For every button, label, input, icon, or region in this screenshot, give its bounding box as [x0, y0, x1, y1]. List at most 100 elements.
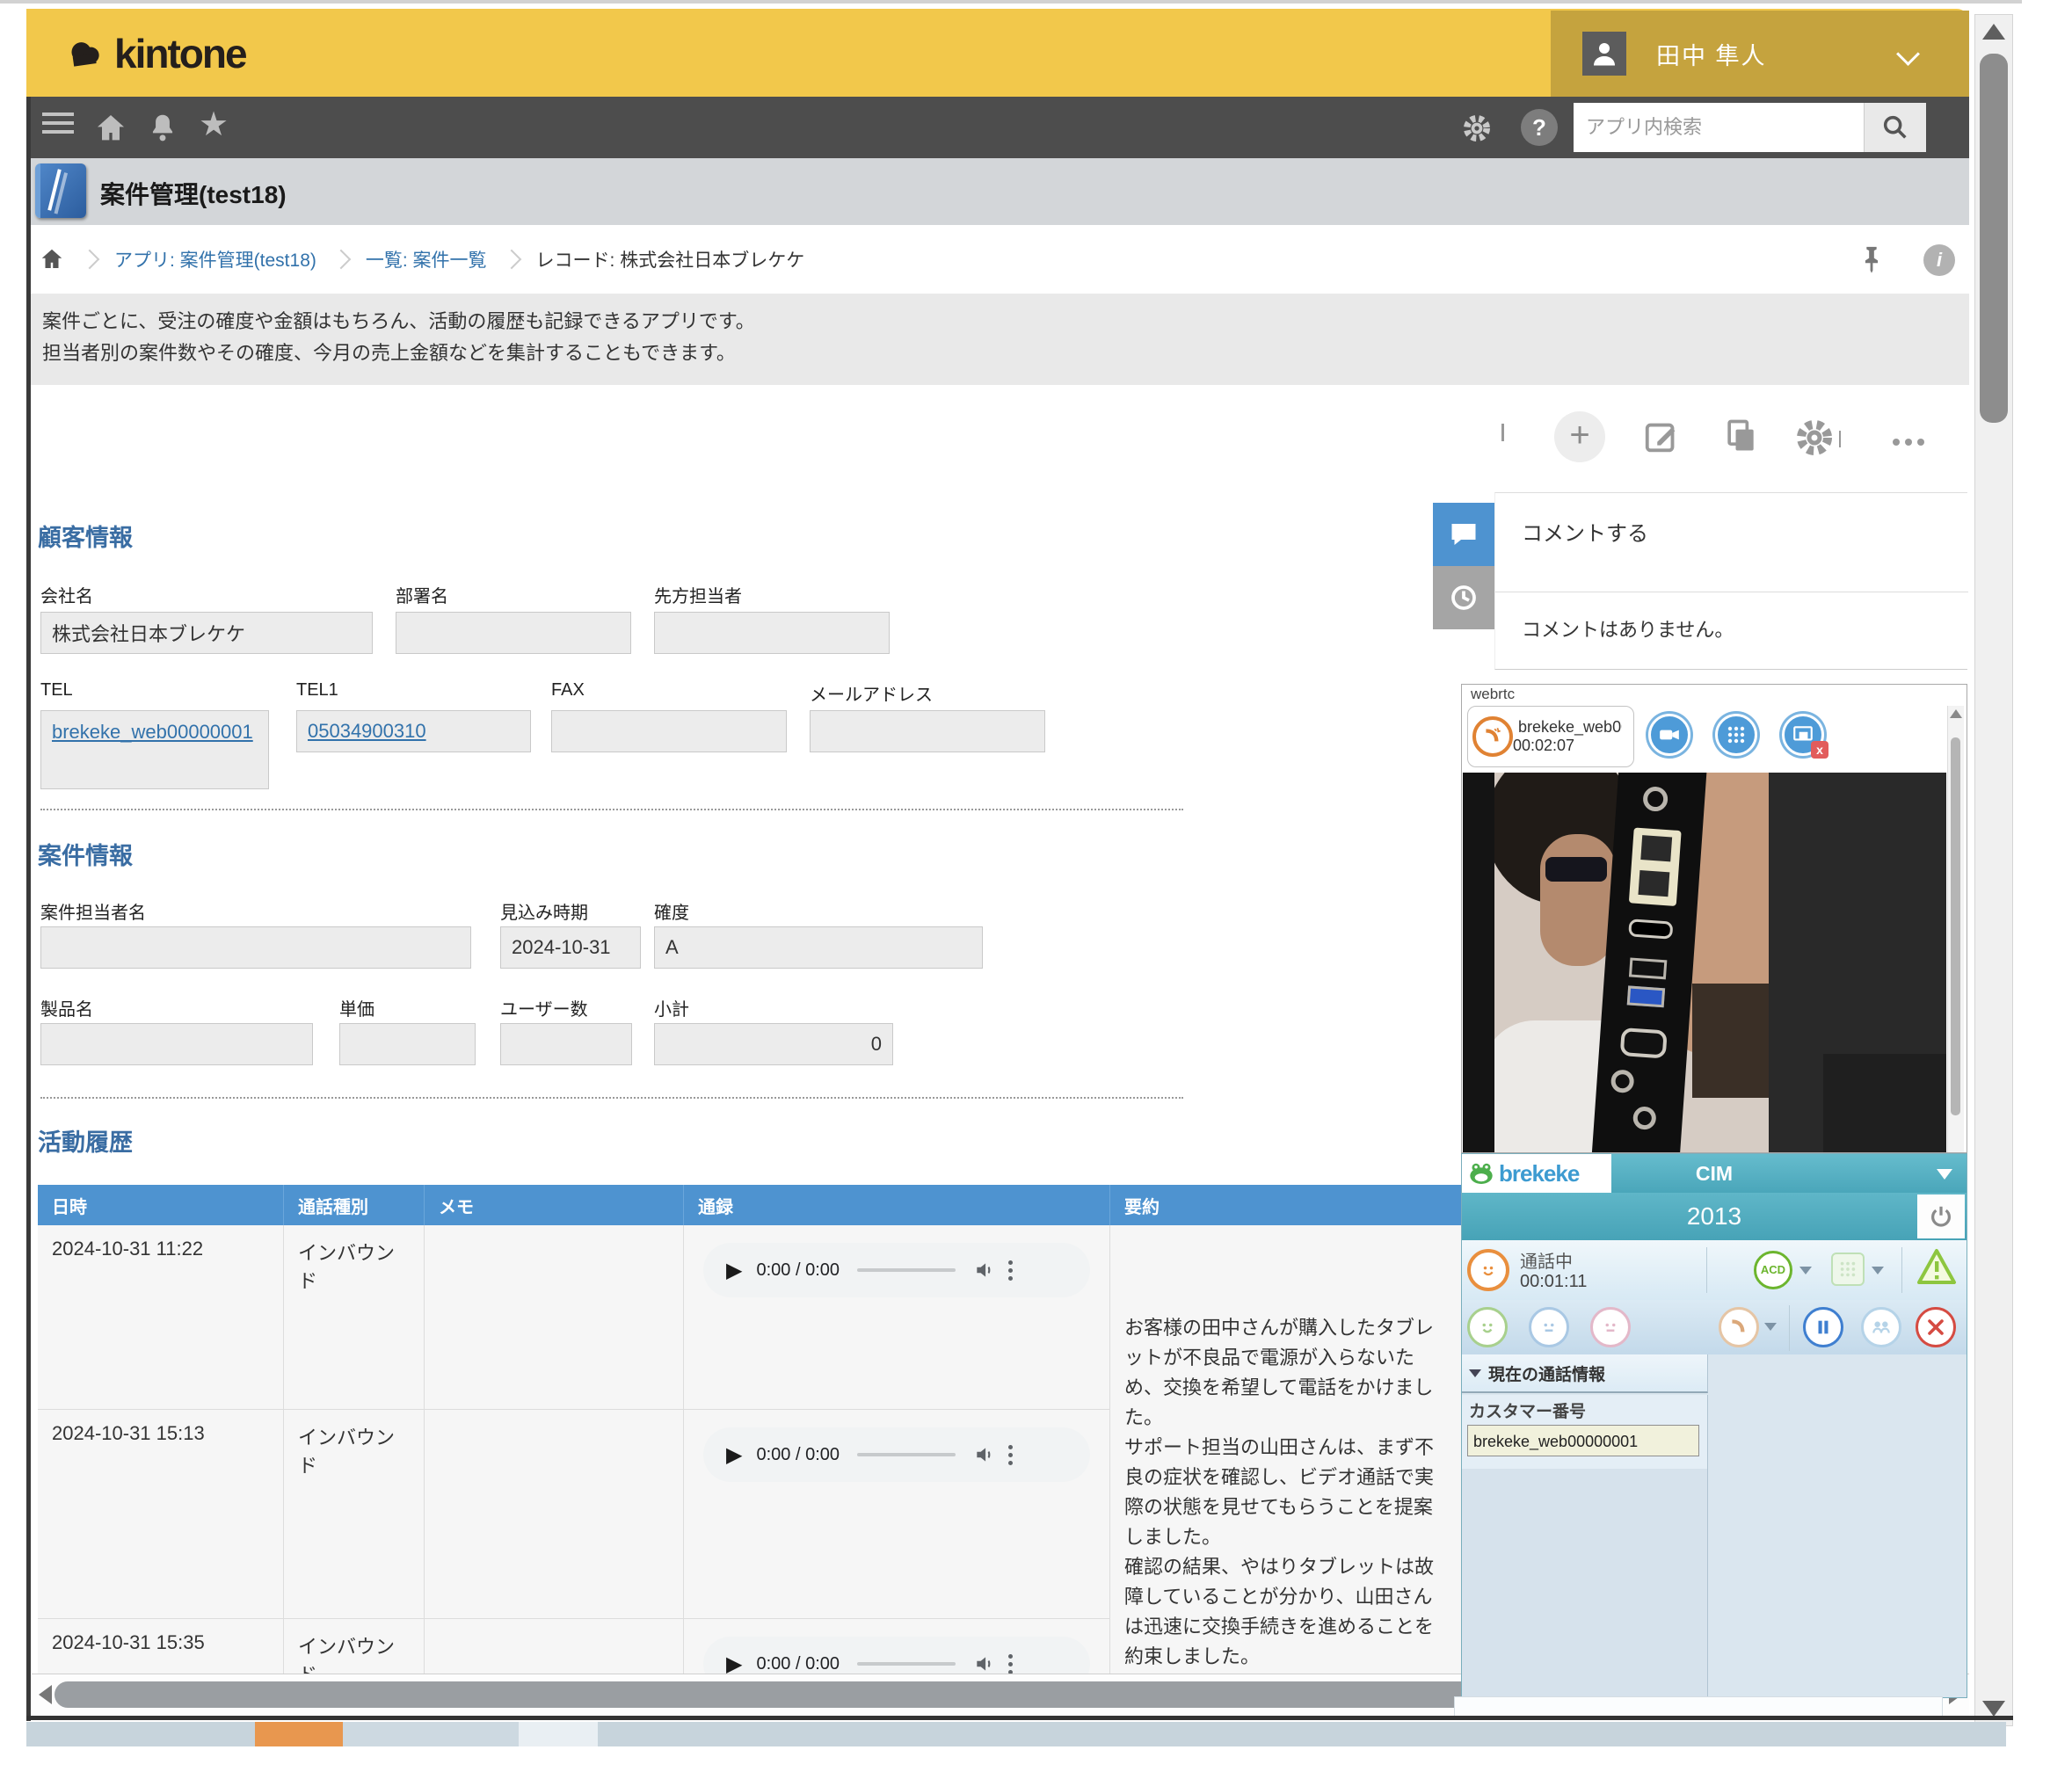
breadcrumb-separator-icon	[331, 250, 352, 270]
taskbar-strip	[26, 1722, 2006, 1746]
scroll-up-icon[interactable]	[1982, 24, 2005, 40]
comment-bubble-icon	[1448, 519, 1479, 550]
video-dark-area	[1769, 773, 1946, 1152]
add-record-button[interactable]: +	[1554, 411, 1605, 462]
grid-caret-icon[interactable]	[1872, 1267, 1884, 1274]
tel1-label: TEL1	[296, 680, 338, 701]
dialpad-button[interactable]	[1715, 714, 1757, 756]
record-toolbar: +	[26, 385, 1969, 489]
history-clock-icon	[1448, 582, 1479, 614]
player-menu-icon[interactable]	[1008, 1445, 1013, 1465]
edit-record-button[interactable]	[1642, 417, 1683, 457]
probability-label: 確度	[654, 898, 689, 924]
remote-video	[1463, 773, 1946, 1152]
screen-share-stop-button[interactable]: x	[1782, 714, 1824, 756]
col-header-summary: 要約	[1110, 1185, 1462, 1225]
settings-gear-icon[interactable]	[1461, 113, 1493, 144]
collapse-chevron-icon[interactable]	[1501, 424, 1504, 439]
history-tab[interactable]	[1433, 566, 1494, 629]
seek-bar[interactable]	[857, 1662, 956, 1666]
device-lan-ports	[1629, 827, 1682, 906]
kintone-logo[interactable]: kintone	[63, 30, 246, 77]
scroll-up-icon[interactable]	[1950, 709, 1962, 718]
company-label: 会社名	[40, 582, 93, 607]
taskbar-orange-segment	[255, 1722, 343, 1746]
favorites-star-icon[interactable]: ★	[199, 107, 229, 142]
seek-bar[interactable]	[857, 1268, 956, 1272]
acd-caret-icon[interactable]	[1799, 1267, 1812, 1274]
app-title-bar: 案件管理(test18)	[26, 158, 1969, 225]
scroll-left-icon[interactable]	[39, 1685, 52, 1704]
webrtc-scrollbar[interactable]	[1947, 706, 1964, 1152]
video-photo-area	[1494, 773, 1769, 1152]
volume-icon[interactable]	[973, 1259, 996, 1282]
seek-bar[interactable]	[857, 1453, 956, 1456]
cell-datetime: 2024-10-31 15:13	[38, 1410, 284, 1619]
dialpad-grid-button[interactable]	[1831, 1253, 1865, 1286]
presence-busy-icon[interactable]	[1590, 1307, 1631, 1347]
pin-icon[interactable]	[1857, 244, 1887, 274]
warning-button[interactable]	[1916, 1247, 1958, 1286]
player-time: 0:00 / 0:00	[756, 1654, 840, 1674]
transfer-button[interactable]	[1861, 1307, 1901, 1347]
record-settings-gear-icon[interactable]	[1793, 417, 1836, 459]
audio-player[interactable]: ▶ 0:00 / 0:00	[703, 1243, 1090, 1297]
customer-number-field[interactable]: brekeke_web00000001	[1467, 1425, 1699, 1456]
acd-button[interactable]: ACD	[1754, 1251, 1792, 1289]
current-call-info-header[interactable]: 現在の通話情報	[1462, 1354, 1708, 1393]
taskbar-segment	[343, 1722, 519, 1746]
breadcrumb-list-link[interactable]: 一覧: 案件一覧	[366, 246, 487, 272]
device-usb3-port	[1627, 985, 1665, 1007]
page-vertical-scrollbar[interactable]	[1974, 14, 2013, 1726]
breadcrumb-app-link[interactable]: アプリ: 案件管理(test18)	[114, 246, 316, 272]
search-input[interactable]	[1574, 103, 1888, 152]
cim-panel: brekeke CIM 2013 通話中 00:01:11 ACD	[1461, 1153, 1967, 1698]
power-button[interactable]	[1917, 1194, 1965, 1238]
help-icon[interactable]: ?	[1521, 109, 1558, 146]
player-menu-icon[interactable]	[1008, 1260, 1013, 1281]
home-icon[interactable]	[93, 111, 128, 146]
comment-compose[interactable]: コメントする	[1522, 516, 1648, 547]
divider	[1789, 1305, 1790, 1351]
section-title-customer: 顧客情報	[38, 519, 133, 553]
cell-memo	[425, 1225, 684, 1410]
camera-icon	[1658, 723, 1681, 746]
global-nav: ★ ?	[26, 97, 1969, 158]
vertical-scroll-thumb[interactable]	[1980, 54, 2008, 423]
cell-recording: ▶ 0:00 / 0:00	[684, 1410, 1110, 1619]
play-icon[interactable]: ▶	[726, 1258, 742, 1283]
tel-field: brekeke_web00000001	[40, 710, 269, 789]
call-button[interactable]	[1719, 1307, 1759, 1347]
window-bottom-border	[26, 1716, 2013, 1720]
window-top-edge	[0, 0, 2022, 4]
presence-available-icon[interactable]	[1467, 1307, 1508, 1347]
gear-chevron-icon[interactable]	[1839, 431, 1841, 447]
hold-button[interactable]	[1803, 1307, 1843, 1347]
audio-player[interactable]: ▶ 0:00 / 0:00	[703, 1427, 1090, 1482]
brekeke-logo[interactable]: brekeke	[1462, 1154, 1611, 1193]
tel1-link[interactable]: 05034900310	[308, 720, 426, 743]
scroll-down-icon[interactable]	[1982, 1701, 2005, 1717]
play-icon[interactable]: ▶	[726, 1442, 742, 1468]
webrtc-scroll-thumb[interactable]	[1951, 737, 1960, 1115]
call-caret-icon[interactable]	[1764, 1323, 1777, 1331]
unit-price-label: 単価	[339, 995, 374, 1020]
notifications-bell-icon[interactable]	[146, 111, 179, 144]
end-call-button[interactable]	[1916, 1307, 1956, 1347]
breadcrumb-home-icon[interactable]	[39, 246, 65, 272]
search-button[interactable]	[1864, 103, 1926, 152]
player-menu-icon[interactable]	[1008, 1654, 1013, 1674]
presence-away-icon[interactable]	[1529, 1307, 1569, 1347]
video-call-button[interactable]	[1648, 714, 1690, 756]
tel-link[interactable]: brekeke_web00000001	[52, 718, 253, 746]
volume-icon[interactable]	[973, 1443, 996, 1466]
record-info-icon[interactable]: i	[1923, 244, 1955, 276]
comments-tab[interactable]	[1433, 503, 1494, 566]
cim-collapse-caret-icon[interactable]	[1937, 1169, 1952, 1180]
hamburger-menu-icon[interactable]	[42, 107, 74, 139]
volume-icon[interactable]	[973, 1652, 996, 1675]
user-menu[interactable]: 田中 隼人	[1551, 11, 1969, 97]
more-options-icon[interactable]	[1890, 434, 1927, 450]
taskbar-segment	[519, 1722, 598, 1746]
copy-record-button[interactable]	[1721, 417, 1760, 455]
